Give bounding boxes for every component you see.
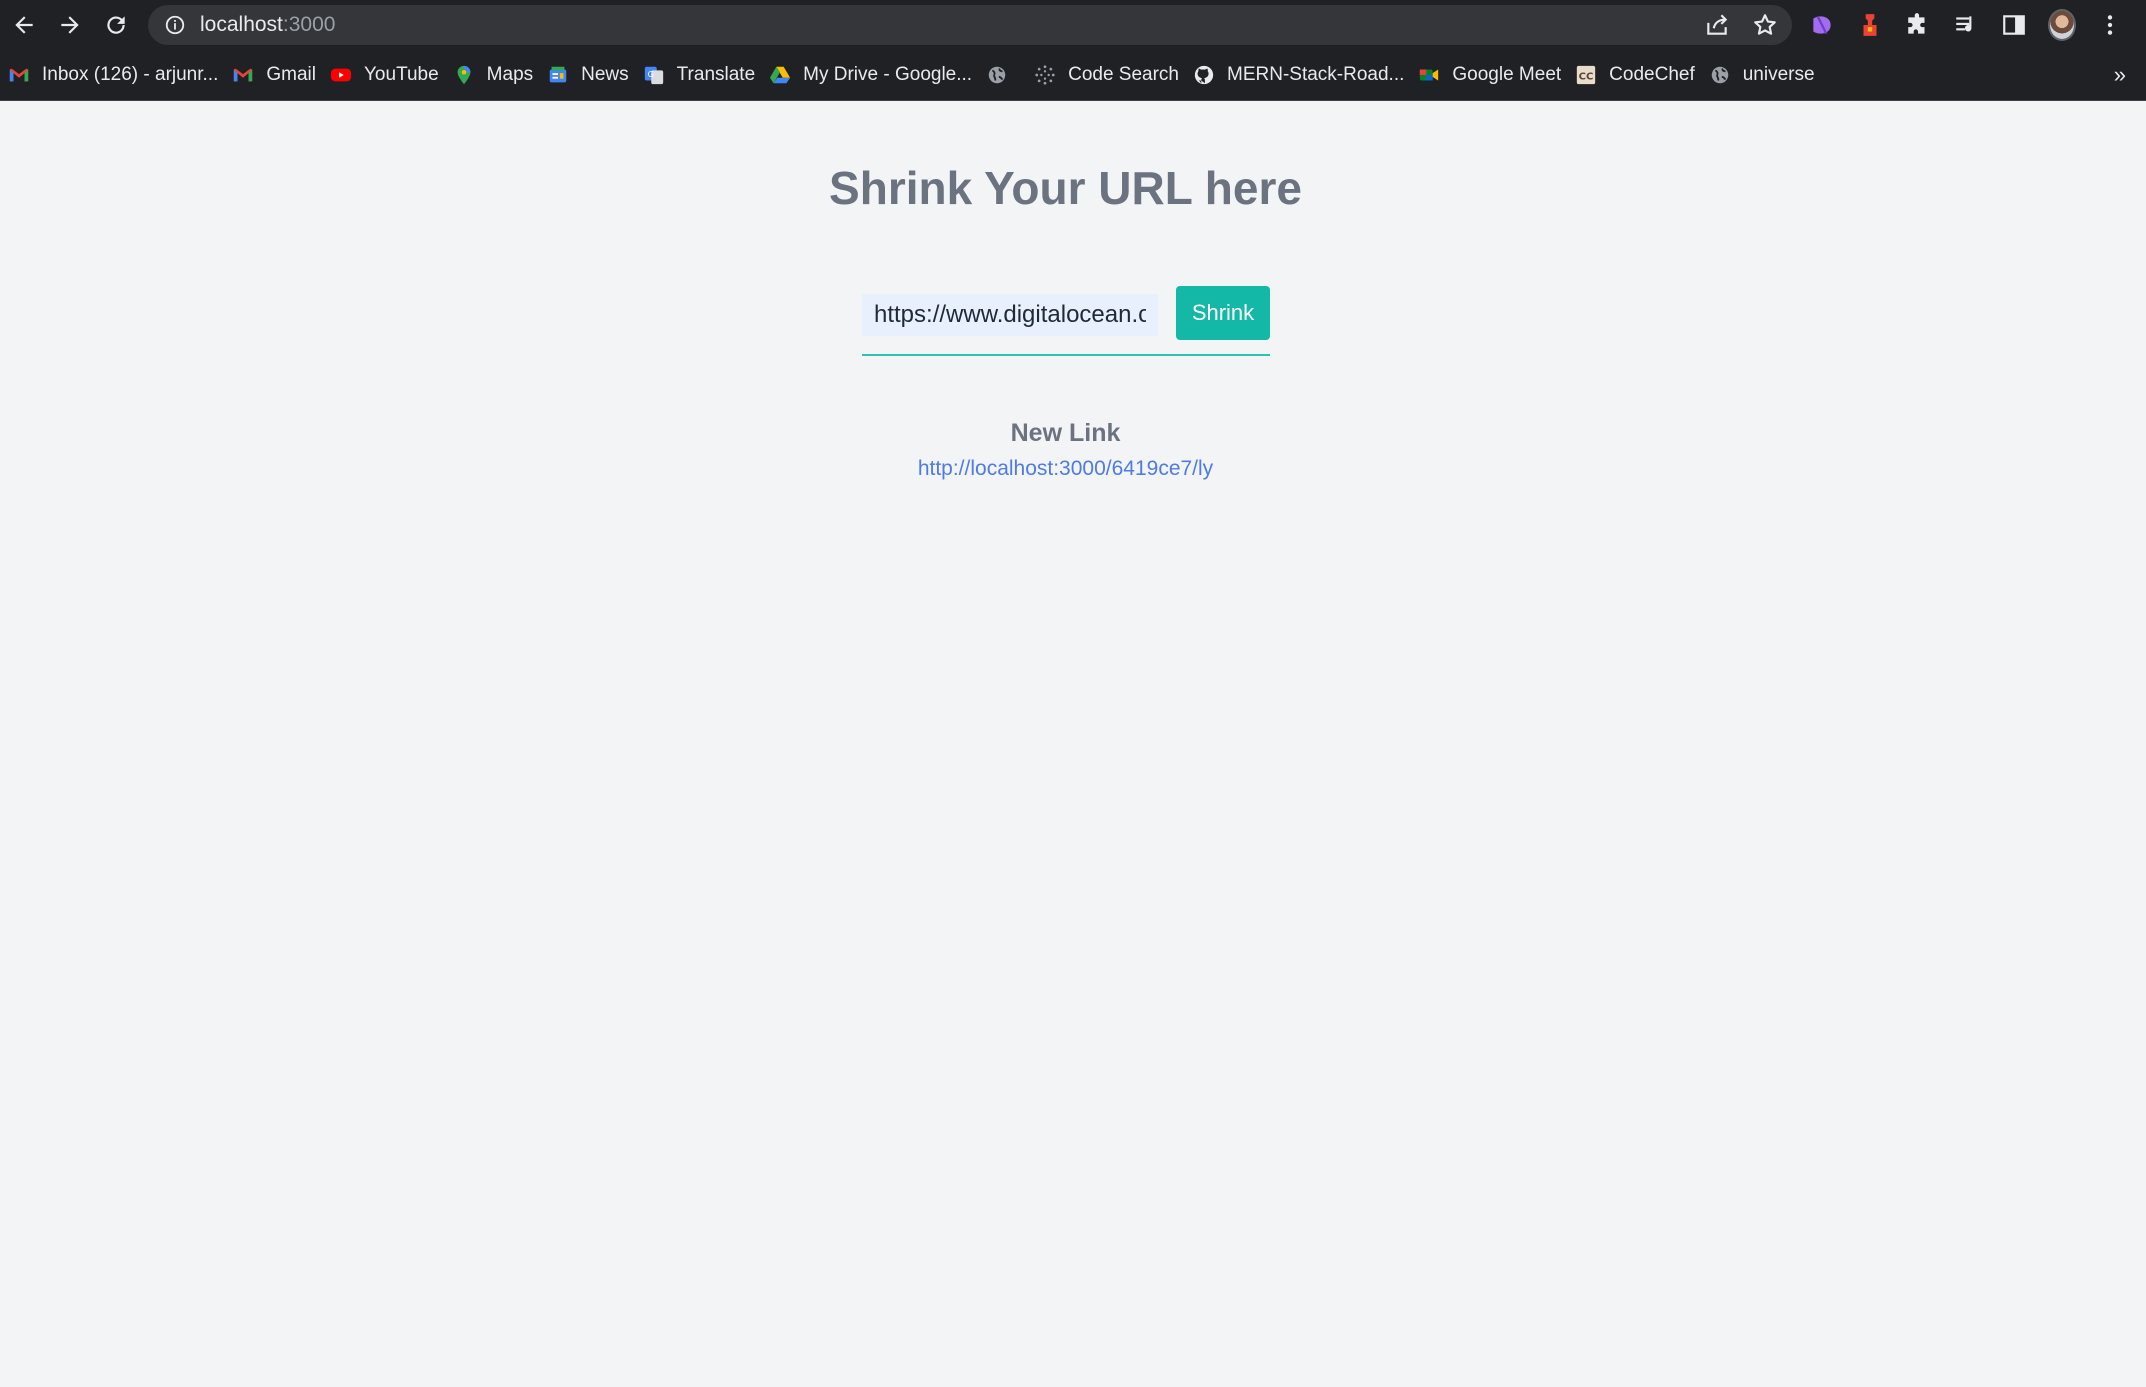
browser-toolbar: localhost:3000 bbox=[0, 0, 2146, 50]
bookmark-meet[interactable]: Google Meet bbox=[1416, 57, 1573, 93]
svg-text:CC: CC bbox=[1579, 72, 1594, 83]
bookmark-mern[interactable]: MERN-Stack-Road... bbox=[1191, 57, 1416, 93]
bookmark-label: Translate bbox=[676, 64, 756, 85]
bookmark-label: Google Meet bbox=[1452, 64, 1562, 85]
menu-button[interactable] bbox=[2096, 11, 2124, 39]
globe-icon bbox=[1709, 64, 1731, 86]
playlist-icon bbox=[1956, 16, 1972, 32]
browser-chrome: localhost:3000 Inbox (126) - arjunr... G… bbox=[0, 0, 2146, 101]
code-search-icon bbox=[1034, 64, 1056, 86]
bookmark-label: Code Search bbox=[1068, 64, 1179, 85]
url-input[interactable] bbox=[862, 294, 1158, 336]
side-panel-icon bbox=[2003, 15, 2025, 35]
shrink-button[interactable]: Shrink bbox=[1176, 286, 1270, 340]
news-icon bbox=[547, 64, 569, 86]
bookmark-codechef[interactable]: CC CodeChef bbox=[1573, 57, 1707, 93]
drive-icon bbox=[769, 64, 791, 86]
bookmark-translate[interactable]: G Translate bbox=[641, 57, 768, 93]
more-bookmarks-button[interactable]: » bbox=[2114, 62, 2126, 88]
new-link-url[interactable]: http://localhost:3000/6419ce7/ly bbox=[918, 457, 1213, 480]
bookmark-label: My Drive - Google... bbox=[803, 64, 973, 85]
reload-button[interactable] bbox=[94, 3, 138, 47]
side-panel-button[interactable] bbox=[2000, 11, 2028, 39]
bookmark-globe[interactable] bbox=[984, 57, 1032, 93]
more-vert-icon bbox=[2107, 15, 2113, 35]
extension-red-icon bbox=[1863, 14, 1877, 36]
bookmark-youtube[interactable]: YouTube bbox=[328, 57, 451, 93]
reload-icon bbox=[107, 16, 125, 34]
meet-icon bbox=[1418, 64, 1440, 86]
page-title: Shrink Your URL here bbox=[829, 162, 1302, 214]
bookmark-label: CodeChef bbox=[1609, 64, 1695, 85]
youtube-icon bbox=[330, 64, 352, 86]
extension-purple-button[interactable] bbox=[1808, 11, 1836, 39]
bookmark-label: News bbox=[581, 64, 629, 85]
translate-icon: G bbox=[643, 64, 665, 86]
bookmark-label: MERN-Stack-Road... bbox=[1227, 64, 1405, 85]
url-host: localhost bbox=[200, 13, 283, 36]
new-link-heading: New Link bbox=[1010, 419, 1121, 447]
bookmark-label: Maps bbox=[486, 64, 534, 85]
arrow-right-icon bbox=[61, 16, 79, 34]
profile-button[interactable] bbox=[2048, 9, 2076, 41]
bookmark-label: universe bbox=[1742, 64, 1815, 85]
star-icon[interactable] bbox=[1752, 12, 1778, 38]
svg-text:G: G bbox=[647, 69, 653, 79]
media-controls-button[interactable] bbox=[1952, 11, 1980, 39]
extensions-bar bbox=[1808, 5, 2124, 45]
bookmarks-bar: Inbox (126) - arjunr... Gmail YouTube Ma… bbox=[0, 50, 2146, 100]
avatar bbox=[2048, 9, 2076, 41]
bookmark-inbox[interactable]: Inbox (126) - arjunr... bbox=[6, 57, 230, 93]
omnibox-actions bbox=[1704, 5, 1778, 45]
bookmark-universe[interactable]: universe bbox=[1707, 57, 1827, 93]
github-icon bbox=[1193, 64, 1215, 86]
codechef-icon: CC bbox=[1575, 64, 1597, 86]
bookmark-label: Inbox (126) - arjunr... bbox=[42, 64, 219, 85]
bookmark-label: Gmail bbox=[266, 64, 316, 85]
bookmark-news[interactable]: News bbox=[545, 57, 641, 93]
bookmark-maps[interactable]: Maps bbox=[451, 57, 545, 93]
url-port: :3000 bbox=[282, 13, 336, 36]
back-button[interactable] bbox=[2, 3, 46, 47]
arrow-left-icon bbox=[15, 16, 33, 34]
extension-red-button[interactable] bbox=[1856, 11, 1884, 39]
shrink-form: Shrink bbox=[862, 286, 1270, 356]
info-icon[interactable] bbox=[164, 14, 186, 36]
puzzle-icon bbox=[1908, 13, 1925, 34]
gmail-icon bbox=[232, 64, 254, 86]
new-link-container: http://localhost:3000/6419ce7/ly bbox=[0, 457, 2131, 481]
share-icon[interactable] bbox=[1704, 12, 1730, 38]
extensions-button[interactable] bbox=[1904, 11, 1932, 39]
globe-icon bbox=[986, 64, 1008, 86]
address-bar[interactable]: localhost:3000 bbox=[148, 5, 1792, 45]
page-content: Shrink Your URL here Shrink New Link htt… bbox=[0, 101, 2146, 1386]
forward-button[interactable] bbox=[48, 3, 92, 47]
bookmark-gmail[interactable]: Gmail bbox=[230, 57, 328, 93]
gmail-icon bbox=[8, 64, 30, 86]
bookmark-code-search[interactable]: Code Search bbox=[1032, 57, 1191, 93]
extension-purple-icon bbox=[1813, 15, 1831, 35]
address-url[interactable]: localhost:3000 bbox=[200, 13, 335, 37]
bookmark-drive[interactable]: My Drive - Google... bbox=[767, 57, 984, 93]
maps-pin-icon bbox=[453, 64, 475, 86]
bookmark-label: YouTube bbox=[364, 64, 439, 85]
